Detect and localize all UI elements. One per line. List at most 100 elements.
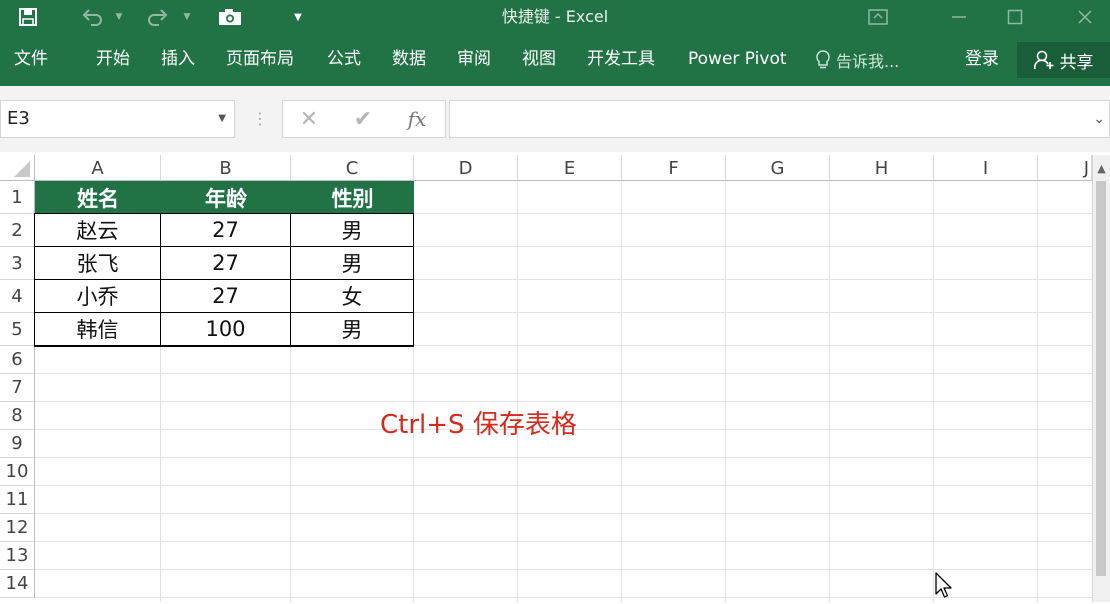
column-header-i[interactable]: I <box>934 155 1038 181</box>
undo-icon[interactable] <box>80 0 106 34</box>
tab-home[interactable]: 开始 <box>96 34 130 86</box>
table-cell[interactable]: 27 <box>161 280 291 313</box>
table-cell[interactable]: 韩信 <box>35 313 161 346</box>
row-header-6[interactable]: 6 <box>0 346 35 374</box>
mouse-cursor-icon <box>935 572 955 600</box>
tab-review[interactable]: 审阅 <box>457 34 491 86</box>
table-cell[interactable]: 赵云 <box>35 214 161 247</box>
column-header-b[interactable]: B <box>161 155 291 181</box>
column-header-g[interactable]: G <box>726 155 830 181</box>
ribbon-tab-bar: 文件 开始 插入 页面布局 公式 数据 审阅 视图 开发工具 Power Piv… <box>0 34 1110 86</box>
minimize-icon[interactable] <box>944 0 974 34</box>
table-cell[interactable]: 男 <box>291 214 414 247</box>
table-cell[interactable]: 27 <box>161 247 291 280</box>
title-bar: ▼ ▼ ▼ 快捷键 - Excel <box>0 0 1110 34</box>
column-header-e[interactable]: E <box>518 155 622 181</box>
share-label: 共享 <box>1059 52 1094 73</box>
tab-formulas[interactable]: 公式 <box>327 34 361 86</box>
column-header-c[interactable]: C <box>291 155 414 181</box>
gridline <box>1037 181 1038 602</box>
gridline <box>35 485 1092 486</box>
name-box-value: E3 <box>7 108 30 129</box>
name-box[interactable]: E3 ▼ <box>0 100 235 138</box>
tab-file[interactable]: 文件 <box>14 34 48 86</box>
undo-dropdown-icon[interactable]: ▼ <box>112 0 126 34</box>
user-icon <box>1033 50 1054 70</box>
enter-icon[interactable]: ✔ <box>343 101 383 137</box>
column-header-d[interactable]: D <box>414 155 518 181</box>
camera-icon[interactable] <box>216 0 244 34</box>
row-header-2[interactable]: 2 <box>0 214 35 247</box>
table-cell[interactable]: 27 <box>161 214 291 247</box>
table-cell[interactable]: 男 <box>291 313 414 346</box>
tab-power-pivot[interactable]: Power Pivot <box>688 34 787 86</box>
column-header-f[interactable]: F <box>622 155 726 181</box>
table-cell[interactable]: 张飞 <box>35 247 161 280</box>
gridline <box>35 401 1092 402</box>
row-header-11[interactable]: 11 <box>0 486 35 514</box>
gridline <box>35 457 1092 458</box>
gridline <box>829 181 830 602</box>
tab-view[interactable]: 视图 <box>522 34 556 86</box>
shortcut-annotation: Ctrl+S 保存表格 <box>380 410 577 440</box>
name-box-dropdown-icon[interactable]: ▼ <box>218 101 226 137</box>
formula-bar-resize-handle[interactable]: ⋮ <box>252 100 268 138</box>
row-header-7[interactable]: 7 <box>0 374 35 402</box>
gridline <box>725 181 726 602</box>
table-header-cell[interactable]: 年龄 <box>161 181 291 214</box>
gridline <box>35 541 1092 542</box>
table-cell[interactable]: 男 <box>291 247 414 280</box>
formula-input[interactable]: ⌄ <box>449 100 1110 138</box>
row-header-10[interactable]: 10 <box>0 458 35 486</box>
column-header-a[interactable]: A <box>35 155 161 181</box>
formula-tools: ✕ ✔ fx <box>282 100 446 138</box>
ribbon-display-icon[interactable] <box>866 0 890 34</box>
gridline <box>933 181 934 602</box>
redo-dropdown-icon[interactable]: ▼ <box>180 0 194 34</box>
table-cell[interactable]: 女 <box>291 280 414 313</box>
table-header-cell[interactable]: 性别 <box>291 181 414 214</box>
redo-icon[interactable] <box>144 0 170 34</box>
tab-data[interactable]: 数据 <box>392 34 426 86</box>
share-button[interactable]: 共享 <box>1017 42 1110 78</box>
gridline <box>35 569 1092 570</box>
customize-qat-icon[interactable]: ▼ <box>288 0 308 34</box>
tab-insert[interactable]: 插入 <box>161 34 195 86</box>
cancel-icon[interactable]: ✕ <box>289 101 329 137</box>
vertical-scrollbar[interactable]: ▲ <box>1092 155 1110 602</box>
table-cell[interactable]: 小乔 <box>35 280 161 313</box>
row-header-13[interactable]: 13 <box>0 542 35 570</box>
worksheet-grid[interactable]: A B C D E F G H I J 1 2 3 4 5 6 7 8 9 10… <box>0 155 1110 602</box>
row-header-3[interactable]: 3 <box>0 247 35 280</box>
tab-developer[interactable]: 开发工具 <box>587 34 655 86</box>
gridline <box>35 513 1092 514</box>
expand-formula-icon[interactable]: ⌄ <box>1093 101 1105 137</box>
row-header-5[interactable]: 5 <box>0 313 35 346</box>
login-link[interactable]: 登录 <box>965 34 999 86</box>
column-header-h[interactable]: H <box>830 155 934 181</box>
save-icon[interactable] <box>14 0 42 34</box>
select-all-button[interactable] <box>0 155 35 181</box>
row-header-1[interactable]: 1 <box>0 181 35 214</box>
maximize-icon[interactable] <box>1000 0 1030 34</box>
lightbulb-icon <box>816 50 830 70</box>
tell-me-label: 告诉我... <box>836 52 900 71</box>
gridline <box>621 181 622 602</box>
tell-me-search[interactable]: 告诉我... <box>816 34 899 86</box>
row-header-14[interactable]: 14 <box>0 570 35 598</box>
table-header-cell[interactable]: 姓名 <box>35 181 161 214</box>
gridline <box>35 373 1092 374</box>
tab-page-layout[interactable]: 页面布局 <box>226 34 294 86</box>
row-header-12[interactable]: 12 <box>0 514 35 542</box>
table-cell[interactable]: 100 <box>161 313 291 346</box>
row-header-8[interactable]: 8 <box>0 402 35 430</box>
column-header-j[interactable]: J <box>1038 155 1092 181</box>
close-icon[interactable] <box>1070 0 1100 34</box>
row-header-4[interactable]: 4 <box>0 280 35 313</box>
scrollbar-thumb[interactable] <box>1096 181 1106 576</box>
row-header-9[interactable]: 9 <box>0 430 35 458</box>
insert-function-icon[interactable]: fx <box>397 101 437 137</box>
scroll-up-icon[interactable]: ▲ <box>1093 157 1110 179</box>
gridline <box>517 181 518 602</box>
gridline <box>35 597 1092 598</box>
